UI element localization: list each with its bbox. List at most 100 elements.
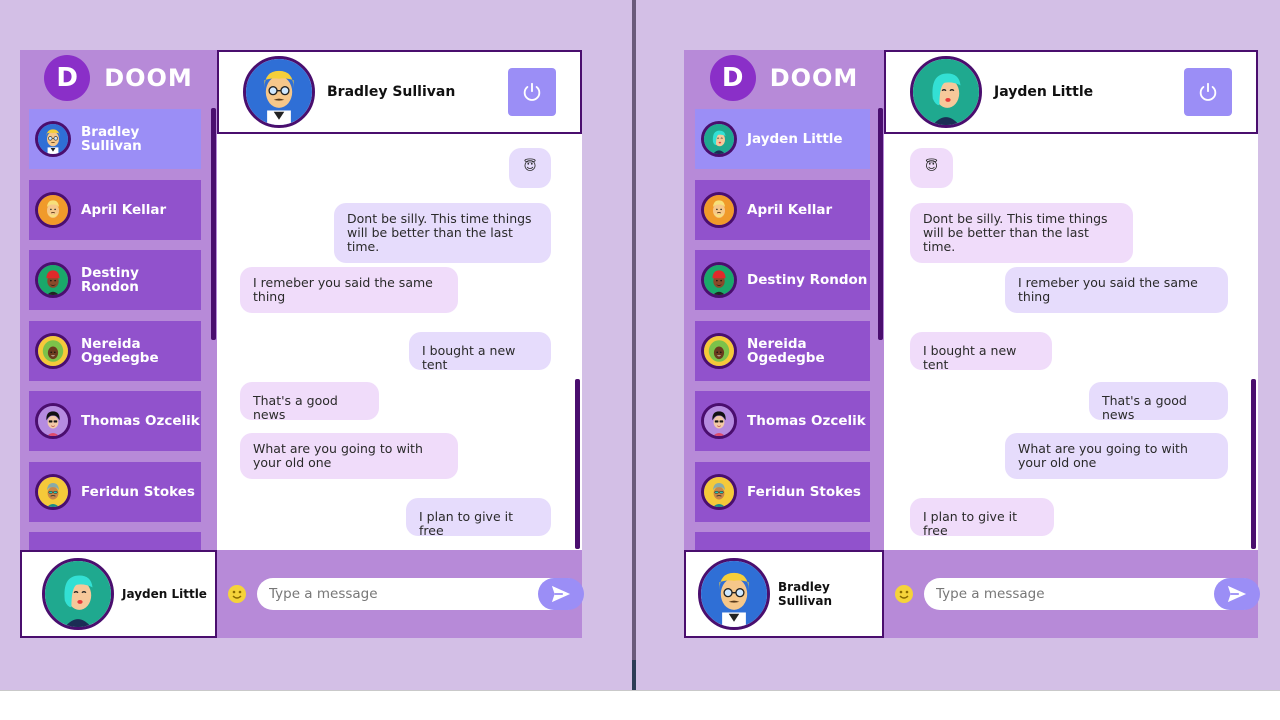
sidebar-scrollbar[interactable]	[878, 108, 883, 340]
message-bubble: That's a good news	[240, 382, 379, 422]
avatar	[35, 191, 71, 228]
current-user-card: Jayden Little	[20, 550, 217, 638]
right-browser-pane: D DOOM Jayden Little April Kellar Destin…	[636, 0, 1280, 690]
avatar	[35, 121, 71, 157]
contact-item-partial[interactable]	[695, 532, 870, 550]
avatar	[701, 262, 737, 298]
chat-app: D DOOM Bradley Sullivan April Kellar Des…	[20, 50, 584, 638]
contact-name: Thomas Ozcelik	[747, 413, 866, 429]
message-bubble: What are you going to with your old one	[240, 433, 458, 479]
chat-header: Jayden Little	[884, 50, 1258, 134]
current-user-name: Bradley Sullivan	[778, 580, 832, 608]
message-bubble: 😇	[509, 148, 551, 188]
avatar	[35, 403, 71, 439]
contact-name: Thomas Ozcelik	[81, 413, 200, 429]
avatar	[35, 473, 71, 510]
contact-item-bradley-sullivan[interactable]: Bradley Sullivan	[29, 109, 201, 169]
message-composer	[217, 550, 584, 638]
avatar	[701, 121, 737, 157]
message-bubble: I plan to give it free	[910, 498, 1054, 538]
chat-partner-name: Bradley Sullivan	[327, 84, 456, 100]
emoji-icon[interactable]	[227, 584, 247, 604]
contact-name: Bradley Sullivan	[81, 124, 142, 154]
chat-app: D DOOM Jayden Little April Kellar Destin…	[684, 50, 1260, 638]
send-icon	[1227, 585, 1247, 603]
brand-name: DOOM	[104, 64, 193, 92]
emoji-icon[interactable]	[894, 584, 914, 604]
contact-name: Nereida Ogedegbe	[747, 335, 825, 366]
sidebar-scrollbar[interactable]	[211, 108, 216, 340]
power-icon	[1199, 82, 1217, 101]
thread-scrollbar[interactable]	[1251, 379, 1256, 549]
contacts-sidebar: D DOOM Bradley Sullivan April Kellar Des…	[20, 50, 217, 550]
contact-name: Destiny Rondon	[81, 265, 139, 295]
logout-button[interactable]	[1184, 68, 1232, 116]
message-bubble: Dont be silly. This time things will be …	[334, 203, 551, 263]
left-browser-pane: D DOOM Bradley Sullivan April Kellar Des…	[0, 0, 632, 690]
contact-item-feridun-stokes[interactable]: Feridun Stokes	[695, 461, 870, 522]
contact-item-destiny-rondon[interactable]: Destiny Rondon	[695, 250, 870, 310]
contact-name: Destiny Rondon	[747, 272, 868, 288]
contact-item-april-kellar[interactable]: April Kellar	[29, 179, 201, 240]
contact-list: Jayden Little April Kellar Destiny Rondo…	[695, 109, 870, 550]
logout-button[interactable]	[508, 68, 556, 116]
brand-name: DOOM	[769, 64, 859, 92]
current-user-name: Jayden Little	[122, 587, 207, 601]
message-bubble: Dont be silly. This time things will be …	[910, 203, 1133, 263]
contact-item-nereida-ogedegbe[interactable]: Nereida Ogedegbe	[29, 320, 201, 381]
send-button[interactable]	[538, 578, 584, 610]
message-bubble: I plan to give it free	[406, 498, 551, 538]
avatar	[701, 332, 737, 369]
contact-list: Bradley Sullivan April Kellar Destiny Ro…	[29, 109, 201, 550]
taskbar-strip	[0, 690, 1280, 720]
contact-item-nereida-ogedegbe[interactable]: Nereida Ogedegbe	[695, 320, 870, 381]
message-bubble: 😇	[910, 148, 953, 188]
contact-item-thomas-ozcelik[interactable]: Thomas Ozcelik	[29, 391, 201, 451]
message-thread: 😇 Dont be silly. This time things will b…	[217, 134, 582, 550]
brand-header: D DOOM	[684, 50, 884, 106]
contact-item-jayden-little[interactable]: Jayden Little	[695, 109, 870, 169]
power-icon	[523, 82, 541, 101]
message-input-wrapper	[924, 578, 1260, 610]
avatar	[701, 191, 737, 228]
avatar	[701, 403, 737, 439]
contact-name: Nereida Ogedegbe	[81, 335, 159, 366]
current-user-card: Bradley Sullivan	[684, 550, 884, 638]
send-icon	[551, 585, 571, 603]
avatar	[698, 558, 770, 630]
contact-item-partial[interactable]	[29, 532, 201, 550]
avatar	[910, 56, 982, 128]
send-button[interactable]	[1214, 578, 1260, 610]
contacts-sidebar: D DOOM Jayden Little April Kellar Destin…	[684, 50, 884, 550]
avatar	[35, 262, 71, 298]
message-input[interactable]	[924, 586, 1184, 602]
brand-logo-icon: D	[709, 55, 756, 101]
avatar	[42, 558, 114, 630]
contact-name: Jayden Little	[747, 131, 843, 147]
message-bubble: I bought a new tent	[409, 332, 551, 372]
avatar	[701, 473, 737, 510]
message-bubble: I remeber you said the same thing	[1005, 267, 1228, 313]
chat-partner-name: Jayden Little	[994, 84, 1094, 100]
message-thread: 😇 Dont be silly. This time things will b…	[884, 134, 1258, 550]
brand-logo-icon: D	[44, 55, 91, 101]
thread-scrollbar[interactable]	[575, 379, 580, 549]
contact-item-april-kellar[interactable]: April Kellar	[695, 179, 870, 240]
message-bubble: I remeber you said the same thing	[240, 267, 458, 313]
contact-name: Feridun Stokes	[81, 483, 195, 500]
message-bubble: What are you going to with your old one	[1005, 433, 1228, 479]
contact-name: April Kellar	[747, 201, 833, 218]
message-input-wrapper	[257, 578, 584, 610]
message-input[interactable]	[257, 586, 517, 602]
contact-item-feridun-stokes[interactable]: Feridun Stokes	[29, 461, 201, 522]
chat-header: Bradley Sullivan	[217, 50, 582, 134]
avatar	[243, 56, 315, 128]
message-bubble: I bought a new tent	[910, 332, 1052, 372]
avatar	[35, 332, 71, 369]
brand-header: D DOOM	[20, 50, 217, 106]
contact-name: Feridun Stokes	[747, 483, 861, 500]
contact-item-thomas-ozcelik[interactable]: Thomas Ozcelik	[695, 391, 870, 451]
message-composer	[884, 550, 1260, 638]
contact-name: April Kellar	[81, 201, 167, 218]
contact-item-destiny-rondon[interactable]: Destiny Rondon	[29, 250, 201, 310]
